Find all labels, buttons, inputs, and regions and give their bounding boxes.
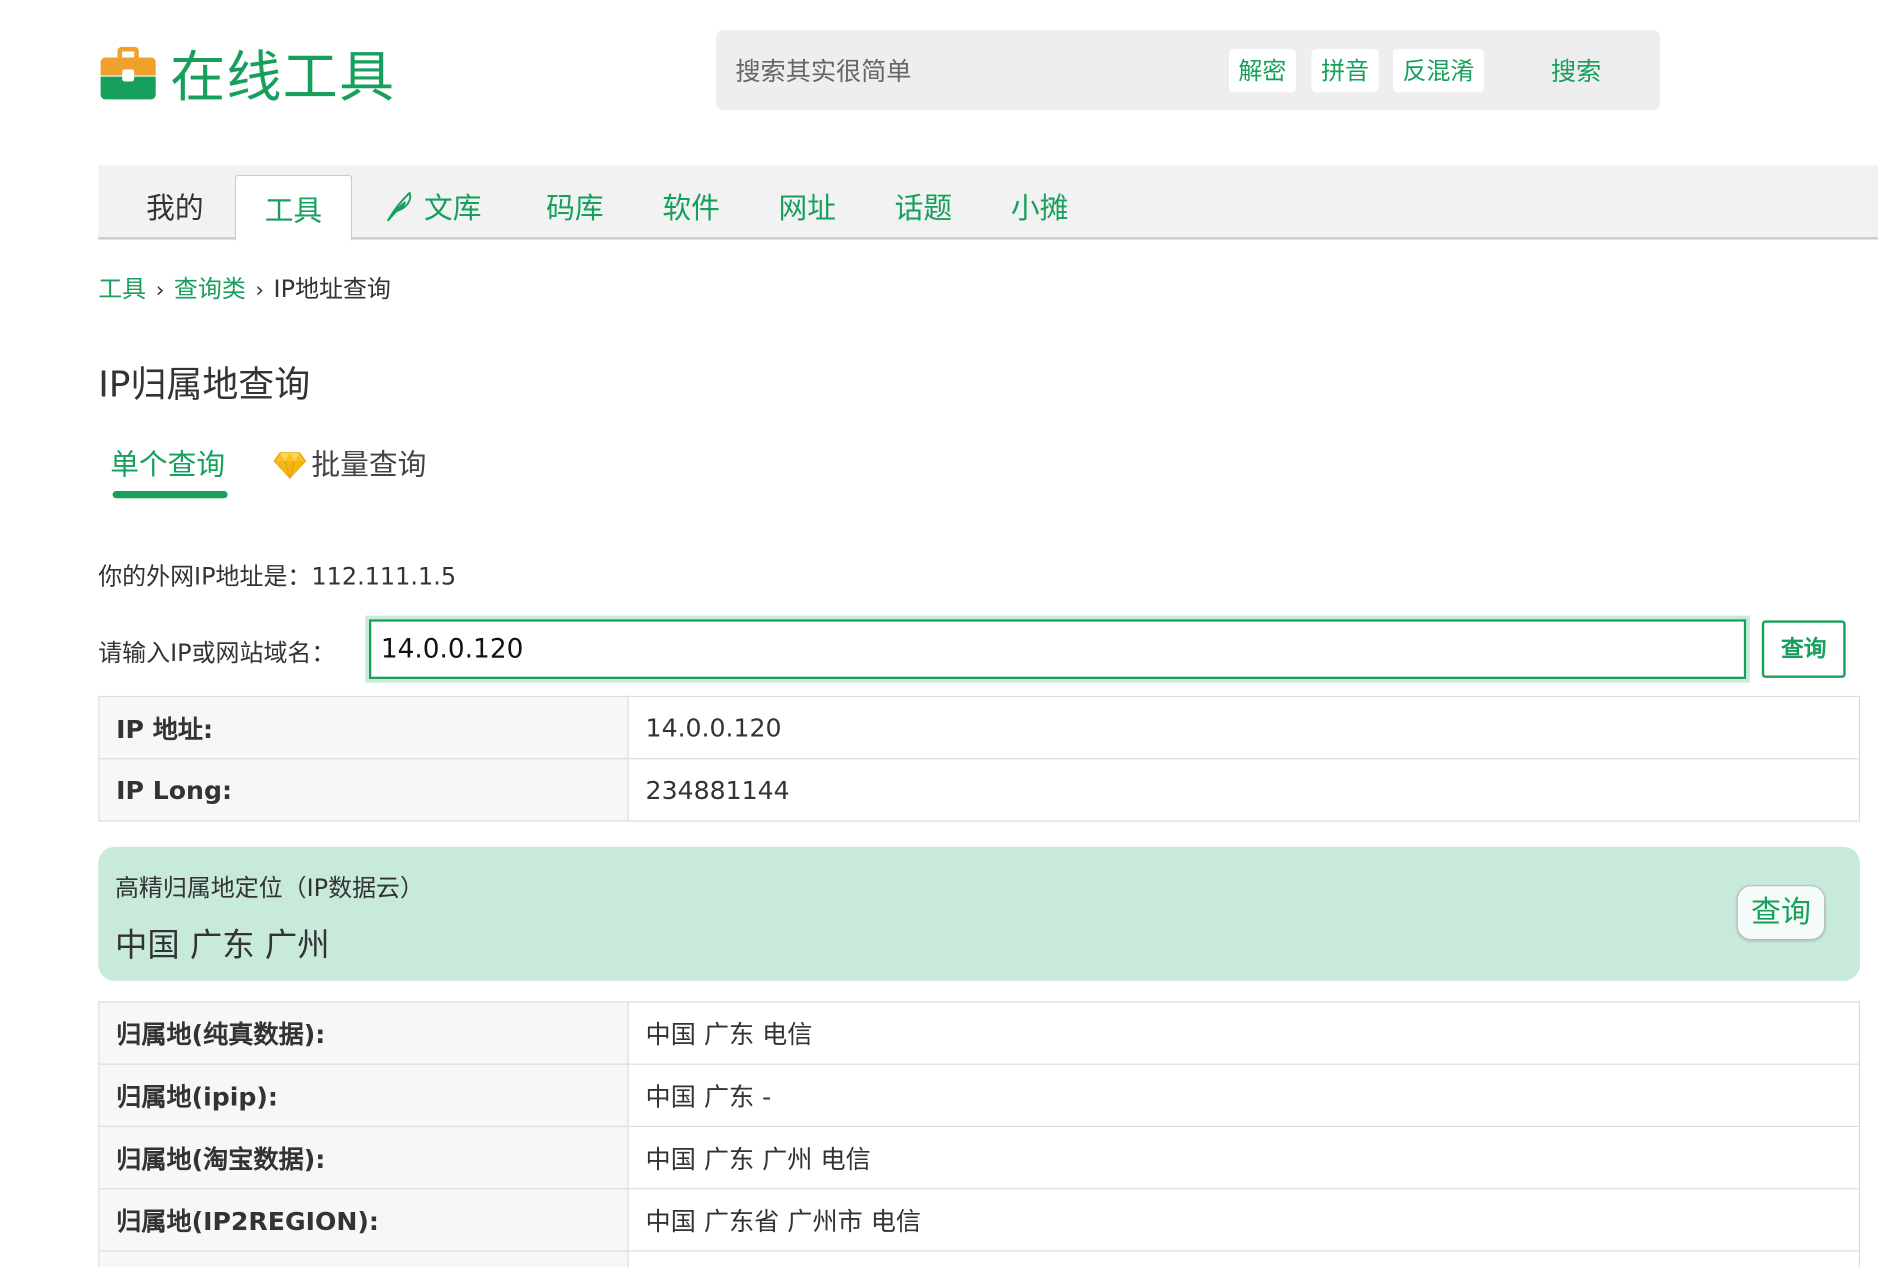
diamond-icon xyxy=(273,452,307,480)
breadcrumb: 工具 › 查询类 › IP地址查询 xyxy=(98,271,391,309)
nav-item-mine[interactable]: 我的 xyxy=(146,165,203,237)
source-value xyxy=(627,1250,1861,1267)
basic-info-table: IP 地址: 14.0.0.120 IP Long: 234881144 xyxy=(98,695,1861,822)
geo-card-value: 中国 广东 广州 xyxy=(114,927,330,965)
ip-address-label: IP 地址: xyxy=(98,695,629,760)
source-label: 归属地(淘宝数据): xyxy=(98,1125,629,1190)
source-label: 归属地(ipip): xyxy=(98,1063,629,1128)
ip-address-value: 14.0.0.120 xyxy=(627,695,1861,760)
breadcrumb-separator: › xyxy=(155,277,165,304)
geo-location-card: 高精归属地定位（IP数据云） 中国 广东 广州 查询 xyxy=(98,846,1861,981)
table-row: IP 地址: 14.0.0.120 xyxy=(98,695,1861,760)
nav-item-wenku-label: 文库 xyxy=(423,191,482,226)
source-label: 归属地(IP2REGION): xyxy=(98,1188,629,1252)
page-title: IP归属地查询 xyxy=(98,364,311,407)
breadcrumb-tools[interactable]: 工具 xyxy=(98,274,146,303)
search-button[interactable]: 搜索 xyxy=(1509,49,1643,97)
nav-item-tools[interactable]: 工具 xyxy=(234,174,353,241)
table-row: 归属地(淘宝数据): 中国 广东 广州 电信 xyxy=(98,1125,1861,1190)
breadcrumb-separator: › xyxy=(255,277,264,304)
nav-item-topics[interactable]: 话题 xyxy=(895,165,952,237)
nav-item-stall[interactable]: 小摊 xyxy=(1011,165,1068,237)
table-row: IP Long: 234881144 xyxy=(98,758,1861,822)
query-label: 请输入IP或网站域名： xyxy=(98,638,336,668)
logo-text: 在线工具 xyxy=(170,44,396,109)
source-label xyxy=(98,1250,629,1267)
tab-batch-query-label: 批量查询 xyxy=(311,447,427,482)
breadcrumb-query-category[interactable]: 查询类 xyxy=(174,274,246,303)
geo-card-label: 高精归属地定位（IP数据云） xyxy=(114,873,424,902)
feather-icon xyxy=(387,191,412,222)
nav-item-software[interactable]: 软件 xyxy=(662,165,719,237)
geo-query-button[interactable]: 查询 xyxy=(1736,885,1826,941)
active-tab-indicator xyxy=(112,491,228,499)
main-nav: 我的 工具 文库 码库 软件 网址 话题 小摊 xyxy=(98,165,1878,241)
ip-long-label: IP Long: xyxy=(98,758,629,822)
table-row xyxy=(98,1250,1861,1267)
tab-batch-query[interactable]: 批量查询 xyxy=(273,443,426,486)
nav-item-urls[interactable]: 网址 xyxy=(779,165,836,237)
source-value: 中国 广东省 广州市 电信 xyxy=(627,1188,1861,1252)
table-row: 归属地(IP2REGION): 中国 广东省 广州市 电信 xyxy=(98,1188,1861,1252)
table-row: 归属地(ipip): 中国 广东 - xyxy=(98,1063,1861,1128)
site-logo[interactable]: 在线工具 xyxy=(100,36,396,110)
nav-item-wenku[interactable]: 文库 xyxy=(386,165,482,237)
search-input[interactable] xyxy=(732,44,1193,100)
nav-item-maku[interactable]: 码库 xyxy=(546,165,603,237)
search-bar: 解密 拼音 反混淆 搜索 xyxy=(716,29,1661,111)
tab-single-query[interactable]: 单个查询 xyxy=(110,443,225,486)
briefcase-icon xyxy=(100,46,156,100)
table-row: 归属地(纯真数据): 中国 广东 电信 xyxy=(98,1001,1861,1065)
my-ip-text: 你的外网IP地址是：112.111.1.5 xyxy=(98,561,457,591)
quick-link-deobfuscate[interactable]: 反混淆 xyxy=(1392,49,1484,93)
source-label: 归属地(纯真数据): xyxy=(98,1001,629,1065)
quick-link-decrypt[interactable]: 解密 xyxy=(1228,49,1296,93)
quick-link-pinyin[interactable]: 拼音 xyxy=(1311,49,1379,93)
location-sources-table: 归属地(纯真数据): 中国 广东 电信 归属地(ipip): 中国 广东 - 归… xyxy=(98,1001,1861,1267)
source-value: 中国 广东 电信 xyxy=(627,1001,1861,1065)
ip-long-value: 234881144 xyxy=(627,758,1861,822)
source-value: 中国 广东 广州 电信 xyxy=(627,1125,1861,1190)
query-button[interactable]: 查询 xyxy=(1761,620,1846,678)
source-value: 中国 广东 - xyxy=(627,1063,1861,1128)
ip-domain-input[interactable] xyxy=(365,615,1750,683)
breadcrumb-current: IP地址查询 xyxy=(273,274,391,304)
